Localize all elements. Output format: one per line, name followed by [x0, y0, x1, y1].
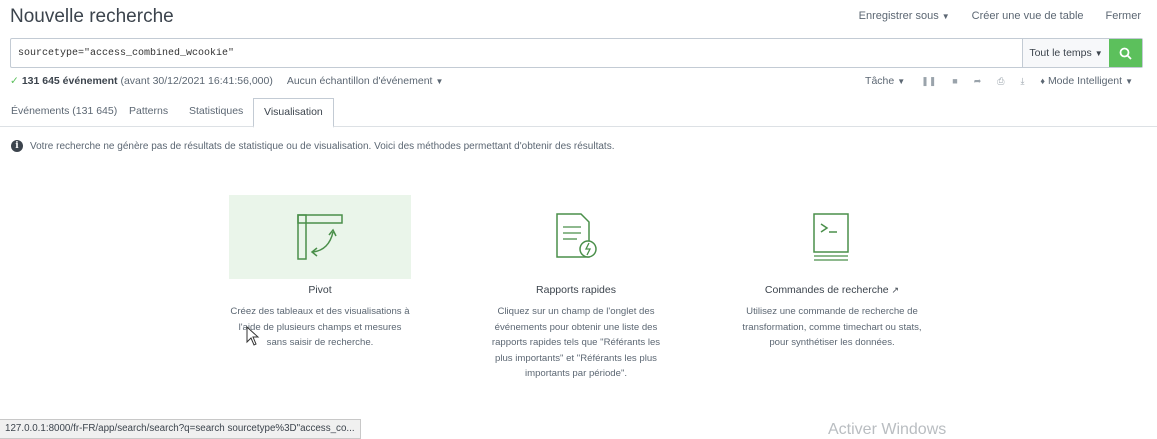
search-commands-description: Utilisez une commande de recherche de tr…	[742, 306, 922, 348]
pivot-title: Pivot	[308, 284, 332, 296]
search-mode-menu[interactable]: ♦ Mode Intelligent ▼	[1040, 75, 1133, 87]
quick-reports-description: Cliquez sur un champ de l'onglet des évé…	[491, 306, 661, 379]
top-actions: Enregistrer sous ▼ Créer une vue de table…	[859, 10, 1141, 22]
tab-visualization[interactable]: Visualisation	[253, 98, 334, 128]
mode-label: Mode Intelligent	[1047, 75, 1123, 87]
search-commands-icon-box	[741, 195, 923, 279]
sampling-menu[interactable]: Aucun échantillon d'événement ▼	[287, 75, 444, 87]
windows-activation-watermark: Activer Windows	[828, 421, 947, 438]
page-title: Nouvelle recherche	[10, 6, 174, 27]
pivot-icon	[297, 214, 343, 260]
event-count: 131 645 événement	[21, 75, 118, 87]
mouse-cursor-icon	[246, 326, 260, 346]
quick-reports-title: Rapports rapides	[536, 284, 616, 296]
print-icon[interactable]: ⎙	[997, 76, 1004, 87]
chevron-down-icon: ▼	[1094, 48, 1103, 58]
info-message: i Votre recherche ne génère pas de résul…	[11, 140, 614, 152]
pivot-icon-box	[229, 195, 411, 279]
job-menu[interactable]: Tâche ▼	[865, 75, 905, 87]
chevron-down-icon: ▼	[435, 77, 444, 86]
search-icon	[1119, 47, 1132, 60]
check-icon: ✓	[10, 75, 19, 87]
stop-icon[interactable]: ■	[952, 76, 957, 86]
tab-patterns[interactable]: Patterns	[129, 98, 168, 125]
save-as-label: Enregistrer sous	[858, 10, 939, 22]
job-label: Tâche	[865, 75, 895, 87]
mode-icon: ♦	[1040, 76, 1046, 86]
pause-icon[interactable]: ❚❚	[921, 76, 936, 87]
time-range-label: Tout le temps	[1029, 47, 1092, 59]
tab-statistics[interactable]: Statistiques	[189, 98, 243, 125]
quick-reports-card[interactable]: Rapports rapides Cliquez sur un champ de…	[485, 195, 667, 382]
search-input[interactable]	[11, 39, 1022, 67]
search-bar: Tout le temps▼	[10, 38, 1143, 68]
job-toolbar: Tâche ▼ ❚❚ ■ ➦ ⎙ ⤓ ♦ Mode Intelligent ▼	[865, 75, 1133, 87]
chevron-down-icon: ▼	[897, 77, 906, 86]
export-icon[interactable]: ⤓	[1020, 76, 1024, 87]
chevron-down-icon: ▼	[1125, 77, 1133, 86]
close-link[interactable]: Fermer	[1106, 10, 1141, 22]
terminal-book-icon	[813, 213, 849, 261]
tab-events[interactable]: Événements (131 645)	[11, 98, 117, 125]
browser-status-url: 127.0.0.1:8000/fr-FR/app/search/search?q…	[0, 419, 361, 439]
info-text: Votre recherche ne génère pas de résulta…	[30, 140, 615, 152]
save-as-menu[interactable]: Enregistrer sous ▼	[859, 10, 950, 22]
job-status: ✓ 131 645 événement (avant 30/12/2021 16…	[10, 75, 443, 87]
quick-reports-icon-box	[485, 195, 667, 279]
search-commands-title: Commandes de recherche ↗	[741, 284, 923, 296]
search-commands-title-text: Commandes de recherche	[764, 284, 889, 296]
document-lightning-icon	[556, 213, 597, 258]
result-tabs: Événements (131 645) Patterns Statistiqu…	[0, 98, 1157, 128]
sampling-label: Aucun échantillon d'événement	[286, 75, 433, 87]
time-range-picker[interactable]: Tout le temps ▼	[1022, 39, 1109, 67]
external-link-icon: ↗	[891, 285, 900, 295]
search-date: (avant 30/12/2021 16:41:56,000)	[120, 75, 273, 87]
search-commands-card[interactable]: Commandes de recherche ↗ Utilisez une co…	[741, 195, 923, 351]
chevron-down-icon: ▼	[941, 12, 950, 21]
share-icon[interactable]: ➦	[974, 76, 982, 87]
search-button[interactable]	[1109, 39, 1142, 67]
create-table-view-link[interactable]: Créer une vue de table	[972, 10, 1084, 22]
info-icon: i	[11, 140, 23, 152]
